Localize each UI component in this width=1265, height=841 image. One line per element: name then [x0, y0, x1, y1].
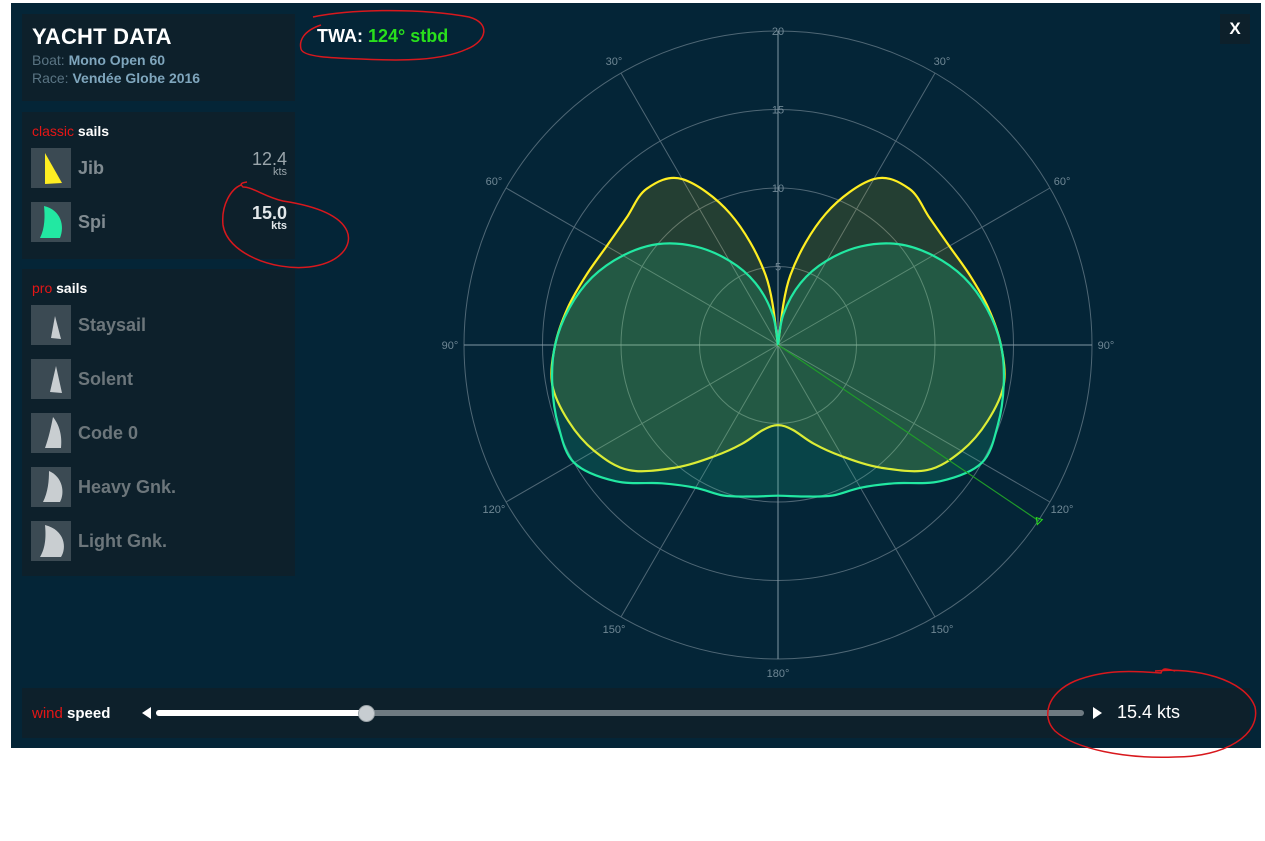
- sail-name: Staysail: [78, 315, 147, 335]
- boat-value: Mono Open 60: [68, 52, 166, 68]
- light-gennaker-icon: [31, 521, 71, 561]
- angle-label: 30°: [606, 56, 623, 68]
- race-row: Race: Vendée Globe 2016: [32, 70, 285, 86]
- angle-label: 30°: [934, 56, 951, 68]
- twa-label: TWA:: [317, 26, 363, 46]
- code-0-sail-icon: [31, 413, 71, 453]
- angle-label: 150°: [603, 624, 626, 636]
- sail-name: Light Gnk.: [78, 531, 167, 551]
- sail-row-heavy-gennaker[interactable]: Heavy Gnk.: [31, 467, 287, 507]
- heading-accent: wind: [32, 705, 63, 722]
- radial-tick-label: 15: [772, 105, 784, 117]
- sail-row-solent[interactable]: Solent: [31, 359, 287, 399]
- increase-arrow-icon[interactable]: [1093, 707, 1102, 719]
- pro-sails-panel: pro sails Staysail Solent Code 0 Heavy G…: [22, 269, 295, 576]
- sail-speed: 12.4 kts: [252, 150, 287, 178]
- close-button[interactable]: X: [1220, 14, 1250, 44]
- sail-row-jib[interactable]: Jib 12.4 kts: [31, 148, 287, 188]
- sail-row-spi[interactable]: Spi 15.0 kts: [31, 202, 287, 242]
- sail-name: Heavy Gnk.: [78, 477, 177, 497]
- sail-row-code-0[interactable]: Code 0: [31, 413, 287, 453]
- radial-tick-label: 10: [772, 183, 784, 195]
- classic-sails-heading: classic sails: [32, 123, 109, 139]
- heavy-gennaker-icon: [31, 467, 71, 507]
- boat-row: Boat: Mono Open 60: [32, 52, 285, 68]
- angle-label: 150°: [931, 624, 954, 636]
- wind-speed-heading: wind speed: [32, 705, 110, 722]
- info-panel: YACHT DATA Boat: Mono Open 60 Race: Vend…: [22, 14, 295, 101]
- angle-label: 120°: [483, 504, 506, 516]
- angle-label: 60°: [486, 176, 503, 188]
- twa-readout: TWA: 124° stbd: [317, 26, 448, 47]
- heading-rest: sails: [77, 123, 110, 139]
- sail-speed-best: 15.0 kts: [252, 204, 287, 232]
- heading-accent: classic: [32, 123, 75, 139]
- wind-speed-value: 15.4 kts: [1117, 702, 1181, 722]
- angle-label: 90°: [442, 340, 459, 352]
- yacht-data-window: 5 10 15 20 30° 30° 60° 60° 90° 90° 120° 120° 150° 150…: [11, 3, 1261, 759]
- twa-marker: [1035, 516, 1044, 526]
- angle-label: 120°: [1051, 504, 1074, 516]
- pro-sails-heading: pro sails: [32, 280, 87, 296]
- heading-rest: sails: [56, 280, 88, 296]
- staysail-icon: [31, 305, 71, 345]
- slider-track[interactable]: [156, 705, 1084, 722]
- solent-sail-icon: [31, 359, 71, 399]
- radial-tick-label: 5: [775, 262, 781, 274]
- wind-speed-panel: wind speed 15.4 kts: [22, 688, 1250, 738]
- wind-speed-slider[interactable]: [142, 705, 1102, 722]
- decrease-arrow-icon[interactable]: [142, 707, 151, 719]
- sail-name: Code 0: [78, 423, 139, 443]
- angle-label: 60°: [1054, 176, 1071, 188]
- spi-sail-icon: [31, 202, 71, 242]
- sail-name: Solent: [78, 369, 134, 389]
- radial-tick-label: 20: [772, 26, 784, 38]
- panel-title: YACHT DATA: [32, 24, 172, 49]
- angle-label: 90°: [1098, 340, 1115, 352]
- heading-rest: speed: [67, 705, 111, 722]
- sail-row-light-gennaker[interactable]: Light Gnk.: [31, 521, 287, 561]
- sail-name: Spi: [78, 212, 107, 232]
- sail-name: Jib: [78, 158, 105, 178]
- sail-row-staysail[interactable]: Staysail: [31, 305, 287, 345]
- race-value: Vendée Globe 2016: [72, 70, 201, 86]
- heading-accent: pro: [32, 280, 53, 296]
- twa-value: 124° stbd: [368, 26, 449, 46]
- classic-sails-panel: classic sails Jib 12.4 kts Spi 15.0 kts: [22, 112, 295, 259]
- jib-sail-icon: [31, 148, 71, 188]
- angle-label: 180°: [767, 668, 790, 680]
- boat-label: Boat:: [32, 52, 65, 68]
- slider-fill: [156, 710, 366, 716]
- slider-thumb[interactable]: [357, 705, 375, 722]
- race-label: Race:: [32, 70, 69, 86]
